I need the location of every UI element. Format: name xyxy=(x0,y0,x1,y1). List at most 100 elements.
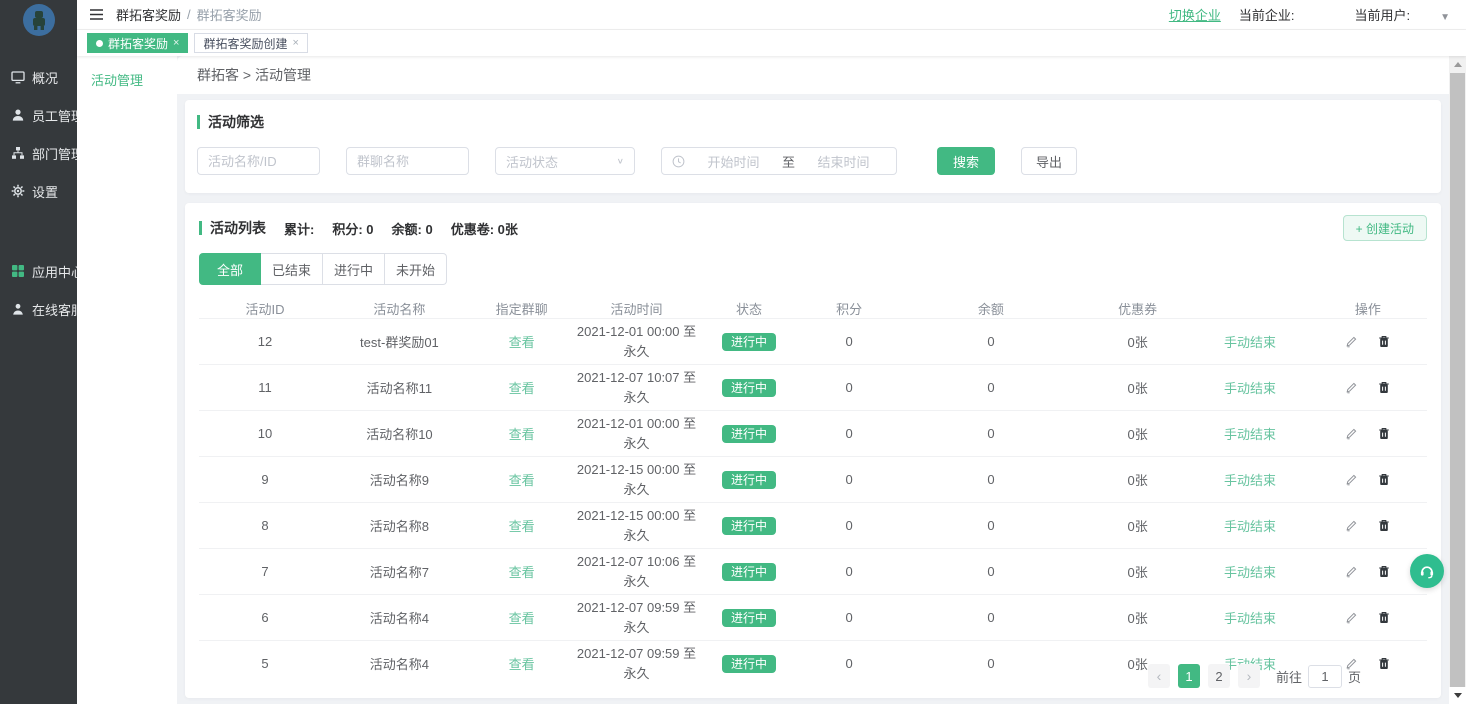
sidebar-item-staff[interactable]: 员工管理 xyxy=(0,96,77,134)
cell-points: 0 xyxy=(800,518,898,533)
scroll-down-arrow-icon[interactable] xyxy=(1449,687,1466,704)
view-link[interactable]: 查看 xyxy=(509,611,535,626)
page-button-2[interactable]: 2 xyxy=(1208,664,1230,688)
delete-trash-icon[interactable] xyxy=(1378,565,1390,578)
view-link[interactable]: 查看 xyxy=(509,427,535,442)
activity-status-select[interactable]: 活动状态 ∨ xyxy=(495,147,635,175)
tab-1[interactable]: 群拓客奖励创建× xyxy=(194,33,307,53)
cell-finish: 手动结束 xyxy=(1191,608,1308,627)
sidebar-item-overview[interactable]: 概况 xyxy=(0,58,77,96)
cell-operations xyxy=(1309,381,1427,394)
cell-coupons: 0张 xyxy=(1084,608,1192,627)
user-dropdown-caret-icon[interactable]: ▼ xyxy=(1440,12,1450,24)
scroll-up-arrow-icon[interactable] xyxy=(1449,56,1466,73)
time-end: 永久 xyxy=(575,388,697,408)
time-start: 2021-12-15 00:00 至 xyxy=(575,460,697,480)
edit-pencil-icon[interactable] xyxy=(1345,335,1358,348)
cell-activity-id: 6 xyxy=(199,610,331,625)
cell-status: 进行中 xyxy=(698,379,801,397)
sidebar-item-label: 概况 xyxy=(32,68,58,87)
cell-activity-time: 2021-12-07 10:07 至永久 xyxy=(575,368,697,407)
scrollbar-thumb[interactable] xyxy=(1450,73,1465,704)
switch-company-link[interactable]: 切换企业 xyxy=(1169,5,1221,24)
chevron-down-icon: ∨ xyxy=(617,157,624,166)
delete-trash-icon[interactable] xyxy=(1378,519,1390,532)
cell-operations xyxy=(1309,473,1427,486)
group-name-input[interactable] xyxy=(346,147,469,175)
page-button-1[interactable]: 1 xyxy=(1178,664,1200,688)
clock-icon xyxy=(672,155,685,168)
delete-trash-icon[interactable] xyxy=(1378,335,1390,348)
status-tab-1[interactable]: 已结束 xyxy=(261,253,323,285)
cell-activity-time: 2021-12-07 09:59 至永久 xyxy=(575,598,697,637)
status-tab-3[interactable]: 未开始 xyxy=(385,253,447,285)
view-link[interactable]: 查看 xyxy=(509,381,535,396)
delete-trash-icon[interactable] xyxy=(1378,473,1390,486)
edit-pencil-icon[interactable] xyxy=(1345,473,1358,486)
manual-finish-link[interactable]: 手动结束 xyxy=(1224,473,1276,488)
manual-finish-link[interactable]: 手动结束 xyxy=(1224,381,1276,396)
manual-finish-link[interactable]: 手动结束 xyxy=(1224,519,1276,534)
view-link[interactable]: 查看 xyxy=(509,519,535,534)
hamburger-icon[interactable] xyxy=(89,8,104,21)
edit-pencil-icon[interactable] xyxy=(1345,427,1358,440)
submenu-item-activity-management[interactable]: 活动管理 xyxy=(77,70,177,89)
cell-activity-id: 10 xyxy=(199,426,331,441)
breadcrumb-root[interactable]: 群拓客奖励 xyxy=(116,5,181,24)
cell-activity-time: 2021-12-15 00:00 至永久 xyxy=(575,506,697,545)
delete-trash-icon[interactable] xyxy=(1378,611,1390,624)
status-tab-2[interactable]: 进行中 xyxy=(323,253,385,285)
goto-page-input[interactable] xyxy=(1308,665,1342,688)
view-link[interactable]: 查看 xyxy=(509,335,535,350)
app-logo[interactable] xyxy=(23,4,55,36)
sidebar-item-service[interactable]: 在线客服 xyxy=(0,290,77,328)
cell-activity-time: 2021-12-01 00:00 至永久 xyxy=(575,414,697,453)
date-range-picker[interactable]: 开始时间 至 结束时间 xyxy=(661,147,897,175)
customer-service-float-button[interactable] xyxy=(1410,554,1444,588)
manual-finish-link[interactable]: 手动结束 xyxy=(1224,335,1276,350)
vertical-scrollbar[interactable] xyxy=(1449,56,1466,704)
cell-balance: 0 xyxy=(898,564,1084,579)
cell-activity-name: 活动名称10 xyxy=(331,424,468,443)
cell-view: 查看 xyxy=(468,424,576,443)
content-shell: 群拓客奖励 / 群拓客奖励 切换企业 当前企业: 当前用户: ▼ 群拓客奖励×群… xyxy=(77,0,1466,704)
tab-close-icon[interactable]: × xyxy=(173,37,179,49)
manual-finish-link[interactable]: 手动结束 xyxy=(1224,611,1276,626)
end-date-placeholder[interactable]: 结束时间 xyxy=(801,152,886,171)
export-button[interactable]: 导出 xyxy=(1021,147,1077,175)
sidebar-item-settings[interactable]: 设置 xyxy=(0,172,77,210)
column-header-7: 优惠券 xyxy=(1084,299,1192,318)
cell-view: 查看 xyxy=(468,332,576,351)
tab-close-icon[interactable]: × xyxy=(292,37,298,49)
status-badge: 进行中 xyxy=(722,471,776,489)
cell-finish: 手动结束 xyxy=(1191,516,1308,535)
delete-trash-icon[interactable] xyxy=(1378,381,1390,394)
sidebar-item-appcenter[interactable]: 应用中心 xyxy=(0,252,77,290)
cell-finish: 手动结束 xyxy=(1191,332,1308,351)
manual-finish-link[interactable]: 手动结束 xyxy=(1224,427,1276,442)
view-link[interactable]: 查看 xyxy=(509,473,535,488)
delete-trash-icon[interactable] xyxy=(1378,427,1390,440)
column-header-2: 指定群聊 xyxy=(468,299,576,318)
edit-pencil-icon[interactable] xyxy=(1345,381,1358,394)
search-button[interactable]: 搜索 xyxy=(937,147,995,175)
edit-pencil-icon[interactable] xyxy=(1345,565,1358,578)
tab-0[interactable]: 群拓客奖励× xyxy=(87,33,188,53)
sidebar-item-department[interactable]: 部门管理 xyxy=(0,134,77,172)
lower-region: 活动管理 群拓客 > 活动管理 活动筛选 活动状态 ∨ xyxy=(77,56,1466,704)
cell-status: 进行中 xyxy=(698,471,801,489)
status-tab-0[interactable]: 全部 xyxy=(199,253,261,285)
view-link[interactable]: 查看 xyxy=(509,565,535,580)
edit-pencil-icon[interactable] xyxy=(1345,519,1358,532)
start-date-placeholder[interactable]: 开始时间 xyxy=(691,152,776,171)
summary-balance: 余额: 0 xyxy=(392,219,433,238)
table-body: 12test-群奖励01查看2021-12-01 00:00 至永久进行中000… xyxy=(199,318,1427,686)
edit-pencil-icon[interactable] xyxy=(1345,611,1358,624)
prev-page-button[interactable]: ‹ xyxy=(1148,664,1170,688)
create-activity-button[interactable]: + 创建活动 xyxy=(1343,215,1427,241)
next-page-button[interactable]: › xyxy=(1238,664,1260,688)
activity-name-input[interactable] xyxy=(197,147,320,175)
main-sidebar: 概况员工管理部门管理设置应用中心在线客服 xyxy=(0,0,77,704)
cell-finish: 手动结束 xyxy=(1191,470,1308,489)
manual-finish-link[interactable]: 手动结束 xyxy=(1224,565,1276,580)
